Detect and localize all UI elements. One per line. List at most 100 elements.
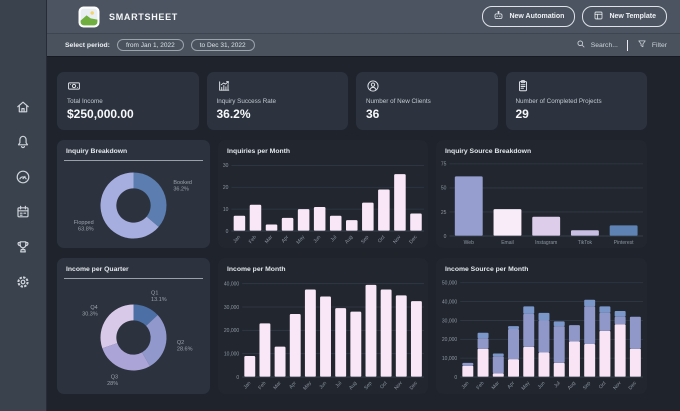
income-source-per-month-card: Income Source per Month 0 10,000 20,000 30,… [436,258,647,394]
svg-text:Feb: Feb [475,380,485,391]
kpi-inquiry-success-rate: Inquiry Success Rate 36.2% [206,72,348,130]
clipboard-icon [516,79,530,93]
calendar-icon [15,204,31,220]
svg-text:Aug: Aug [344,234,354,245]
svg-text:Sep: Sep [363,380,373,391]
bell-icon [15,134,31,150]
filter-button[interactable]: Filter [652,42,667,49]
svg-text:40,000: 40,000 [442,299,458,305]
sidebar-item-dashboard[interactable] [15,169,31,185]
period-to-pill[interactable]: to Dec 31, 2022 [190,39,255,51]
svg-text:Jan: Jan [461,380,471,390]
svg-text:0: 0 [226,229,229,235]
chart-title: Income Source per Month [445,266,529,273]
kpi-label: Number of New Clients [366,98,431,105]
dashboard-app: SMARTSHEET New Automation New Template S… [0,0,680,411]
svg-text:Jun: Jun [537,380,547,390]
toolbar-right: Search... Filter [576,39,667,51]
robot-icon [493,10,504,23]
home-icon [15,99,31,115]
svg-text:Jun: Jun [312,234,322,244]
new-template-button[interactable]: New Template [582,6,667,27]
header: SMARTSHEET New Automation New Template [47,0,680,34]
kpi-value: $250,000.00 [67,107,134,121]
svg-text:Jul: Jul [330,234,339,243]
svg-text:10: 10 [223,207,229,213]
inquiry-source-bar-chart: 0 25 50 75 Web Email Instagram TikTok Pinterest [441,162,643,246]
svg-text:50: 50 [441,186,447,192]
kpi-new-clients: Number of New Clients 36 [356,72,498,130]
filter-icon [637,39,652,51]
svg-text:Dec: Dec [628,380,639,391]
sidebar [0,0,47,411]
brand: SMARTSHEET [78,6,178,28]
svg-text:May: May [295,234,306,245]
money-icon [67,79,81,93]
svg-text:Nov: Nov [393,380,404,391]
chart-title: Inquiry Source Breakdown [445,148,532,155]
sidebar-item-notifications[interactable] [15,134,31,150]
search-input[interactable]: Search... [591,42,618,49]
kpi-value: 36.2% [216,107,251,121]
svg-text:Oct: Oct [598,380,608,390]
sidebar-item-settings[interactable] [15,274,31,290]
income-per-month-bar-chart: 0 10,000 20,000 30,000 40,000 Jan Feb Mar Apr May… [224,281,424,392]
new-automation-button[interactable]: New Automation [482,6,576,27]
svg-text:Jul: Jul [334,380,343,389]
svg-text:TikTok: TikTok [578,240,593,246]
svg-text:0: 0 [236,375,239,381]
svg-text:Mar: Mar [272,380,282,391]
svg-text:Email: Email [501,240,514,246]
svg-text:Sep: Sep [360,234,370,245]
kpi-label: Inquiry Success Rate [216,98,277,105]
inquiries-per-month-bar-chart: 0 10 20 30 Jan Feb Mar Apr May Jun Jul Aug Sep Oct Nov… [223,163,424,246]
svg-text:Mar: Mar [264,234,274,245]
person-icon [366,79,380,93]
income-per-month-card: Income per Month 0 10,000 20,000 30,000 40,0… [218,258,428,394]
inquiries-per-month-card: Inquiries per Month 0 10 20 30 Jan Feb Mar Apr M… [218,140,428,248]
income-per-quarter-card: Income per Quarter Q1 13.1% Q2 28.6% Q3 28% Q4… [57,258,210,394]
svg-text:Apr: Apr [506,380,516,390]
svg-text:20: 20 [223,185,229,191]
svg-text:Jun: Jun [318,380,328,390]
svg-text:Aug: Aug [348,380,358,391]
charts-row-2: Income per Quarter Q1 13.1% Q2 28.6% Q3 28% Q4… [57,258,647,394]
svg-text:Pinterest: Pinterest [614,240,634,246]
new-automation-label: New Automation [509,13,565,20]
chart-title: Income per Quarter [66,266,129,273]
svg-text:Nov: Nov [392,234,403,245]
svg-text:25: 25 [441,210,447,216]
chart-title: Income per Month [227,266,286,273]
svg-text:20,000: 20,000 [224,328,240,334]
svg-text:20,000: 20,000 [442,337,458,343]
period-from-pill[interactable]: from Jan 1, 2022 [116,39,184,51]
inquiry-breakdown-donut-chart: Booked 36.2% Flopped 63.8% [74,172,192,239]
select-period-label: Select period: [65,41,110,49]
svg-text:10,000: 10,000 [442,356,458,362]
svg-text:0: 0 [454,375,457,381]
sidebar-item-achievements[interactable] [15,239,31,255]
svg-text:30,000: 30,000 [442,318,458,324]
svg-text:Jul: Jul [553,380,562,389]
svg-text:Q228.6%: Q2 28.6% [177,340,193,353]
sidebar-item-home[interactable] [15,99,31,115]
svg-text:Dec: Dec [409,380,420,391]
svg-text:Dec: Dec [408,234,419,245]
svg-text:Jan: Jan [232,234,242,244]
svg-text:May: May [302,380,313,391]
svg-text:Nov: Nov [612,380,623,391]
svg-text:40,000: 40,000 [224,281,240,287]
svg-text:May: May [521,380,532,391]
chart-growth-icon [217,79,231,93]
svg-text:Q328%: Q3 28% [107,375,118,388]
charts-row-1: Inquiry Breakdown Booked 36.2% Flopped 63.8… [57,140,647,248]
svg-text:Apr: Apr [281,234,291,244]
toolbar-divider [626,39,628,51]
sidebar-item-calendar[interactable] [15,204,31,220]
svg-text:Instagram: Instagram [535,240,557,246]
svg-text:75: 75 [441,162,447,168]
svg-text:Feb: Feb [257,380,267,391]
income-source-stacked-bar-chart: 0 10,000 20,000 30,000 40,000 50,000 Jan Feb Mar… [442,281,643,392]
svg-text:0: 0 [444,234,447,240]
kpi-label: Number of Completed Projects [515,98,602,105]
